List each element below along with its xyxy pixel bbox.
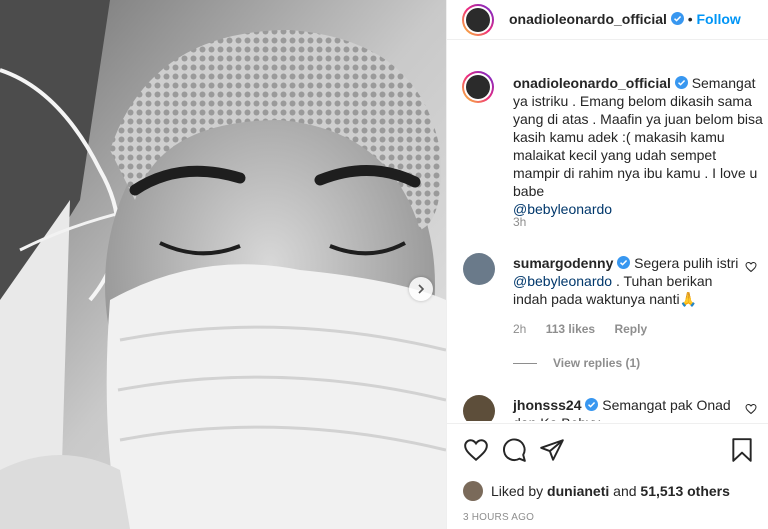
verified-badge-icon	[670, 12, 684, 25]
avatar[interactable]	[466, 75, 490, 99]
avatar[interactable]	[466, 8, 490, 32]
share-icon[interactable]	[539, 437, 565, 463]
verified-badge-icon	[585, 398, 599, 411]
liked-by-user[interactable]: dunianeti	[547, 483, 609, 499]
likes-count[interactable]: 51,513 others	[640, 483, 730, 499]
carousel-next-button[interactable]	[409, 277, 433, 301]
avatar[interactable]	[463, 481, 483, 501]
liked-by-middle: and	[613, 483, 637, 499]
avatar[interactable]	[463, 395, 495, 421]
photo-image	[0, 0, 446, 529]
liked-by-prefix: Liked by	[491, 483, 544, 499]
comment-username[interactable]: sumargodenny	[513, 255, 613, 271]
comment-time[interactable]: 2h	[513, 322, 526, 336]
chevron-right-icon	[418, 284, 425, 294]
caption-meta: 3h	[513, 215, 542, 229]
verified-badge-icon	[674, 76, 688, 89]
post-actions: Liked by dunianeti and 51,513 others 3 H…	[447, 423, 768, 529]
comment-icon[interactable]	[501, 437, 527, 463]
verified-badge-icon	[617, 256, 631, 269]
view-replies-label: View replies (1)	[553, 356, 641, 370]
avatar[interactable]	[463, 253, 495, 285]
post-author-username[interactable]: onadioleonardo_official	[509, 11, 667, 27]
reply-button[interactable]: Reply	[614, 322, 647, 336]
comment-username[interactable]: jhonsss24	[513, 397, 581, 413]
heart-icon[interactable]	[745, 261, 757, 273]
divider-line	[513, 362, 537, 364]
caption-username[interactable]: onadioleonardo_official	[513, 75, 671, 91]
caption-time[interactable]: 3h	[513, 215, 526, 229]
post-side-panel: onadioleonardo_official • Follow onadiol…	[446, 0, 768, 529]
story-ring[interactable]	[462, 4, 494, 36]
comments-list[interactable]: onadioleonardo_official Semangat ya istr…	[447, 41, 768, 421]
post-header: onadioleonardo_official • Follow	[447, 0, 768, 40]
heart-icon[interactable]	[463, 437, 489, 463]
view-replies-button[interactable]: View replies (1)	[513, 356, 640, 370]
separator-dot: •	[687, 11, 693, 27]
post-timestamp[interactable]: 3 HOURS AGO	[463, 512, 534, 523]
post-photo[interactable]	[0, 0, 446, 529]
comment-mention[interactable]: @bebyleonardo	[513, 273, 612, 289]
heart-icon[interactable]	[745, 403, 757, 415]
comment-meta: 2h 113 likes Reply	[513, 322, 663, 336]
bookmark-icon[interactable]	[729, 437, 755, 463]
comment-text: Segera pulih istri	[634, 255, 739, 271]
likes-summary: Liked by dunianeti and 51,513 others	[463, 481, 730, 501]
comment-likes[interactable]: 113 likes	[546, 322, 595, 336]
caption-text: Semangat ya istriku . Emang belom dikasi…	[513, 75, 763, 199]
follow-button[interactable]: Follow	[696, 11, 740, 27]
story-ring[interactable]	[462, 71, 494, 103]
